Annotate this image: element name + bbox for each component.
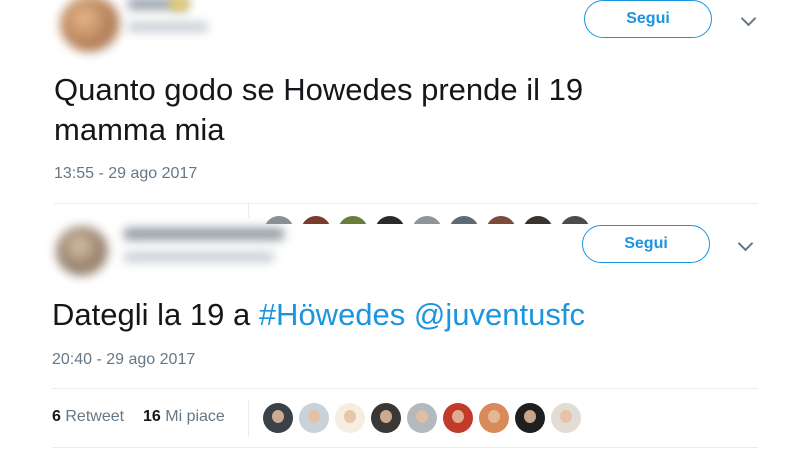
- tweet-text-line-2: mamma mia: [54, 112, 225, 147]
- avatar[interactable]: [443, 403, 473, 433]
- tweet-text-line-1: Quanto godo se Howedes prende il 19: [54, 72, 584, 107]
- avatar: [264, 216, 294, 224]
- mention-link[interactable]: @juventusfc: [414, 297, 585, 332]
- avatar[interactable]: [56, 226, 108, 276]
- liker-avatars-partial: [264, 216, 594, 224]
- divider: [52, 388, 758, 389]
- retweet-count[interactable]: 6 Retweet: [52, 408, 124, 426]
- avatar: [301, 216, 331, 224]
- like-count-label: Mi piace: [165, 408, 225, 425]
- like-count[interactable]: 16 Mi piace: [143, 408, 225, 426]
- avatar: [523, 216, 553, 224]
- tweet-timestamp[interactable]: 13:55 - 29 ago 2017: [54, 165, 197, 183]
- stats-divider: [248, 204, 249, 218]
- avatar[interactable]: [407, 403, 437, 433]
- author-name-emoji: [170, 0, 188, 10]
- avatar: [560, 216, 590, 224]
- avatar: [338, 216, 368, 224]
- follow-button[interactable]: Segui: [582, 225, 710, 263]
- avatar[interactable]: [335, 403, 365, 433]
- avatar: [486, 216, 516, 224]
- avatar[interactable]: [551, 403, 581, 433]
- follow-button[interactable]: Segui: [584, 0, 712, 38]
- chevron-down-icon[interactable]: [740, 10, 757, 27]
- author-handle[interactable]: [128, 22, 208, 32]
- avatar[interactable]: [299, 403, 329, 433]
- divider: [54, 203, 758, 204]
- avatar[interactable]: [515, 403, 545, 433]
- stats-divider: [248, 399, 249, 437]
- retweet-count-value: 6: [52, 408, 61, 425]
- avatar: [375, 216, 405, 224]
- tweet-text: Quanto godo se Howedes prende il 19 mamm…: [54, 70, 583, 150]
- avatar[interactable]: [60, 0, 120, 52]
- author-handle[interactable]: [124, 252, 274, 262]
- divider: [52, 447, 758, 448]
- chevron-down-icon[interactable]: [737, 235, 754, 252]
- tweet-text: Dategli la 19 a #Höwedes @juventusfc: [52, 295, 585, 335]
- avatar: [412, 216, 442, 224]
- hashtag-link[interactable]: #Höwedes: [259, 297, 405, 332]
- avatar[interactable]: [479, 403, 509, 433]
- retweet-count-label: Retweet: [65, 408, 125, 425]
- tweet-timestamp[interactable]: 20:40 - 29 ago 2017: [52, 351, 195, 369]
- avatar[interactable]: [263, 403, 293, 433]
- like-count-value: 16: [143, 408, 161, 425]
- tweet-text-plain: Dategli la 19 a: [52, 297, 259, 332]
- avatar[interactable]: [371, 403, 401, 433]
- avatar: [449, 216, 479, 224]
- author-name[interactable]: [124, 228, 284, 240]
